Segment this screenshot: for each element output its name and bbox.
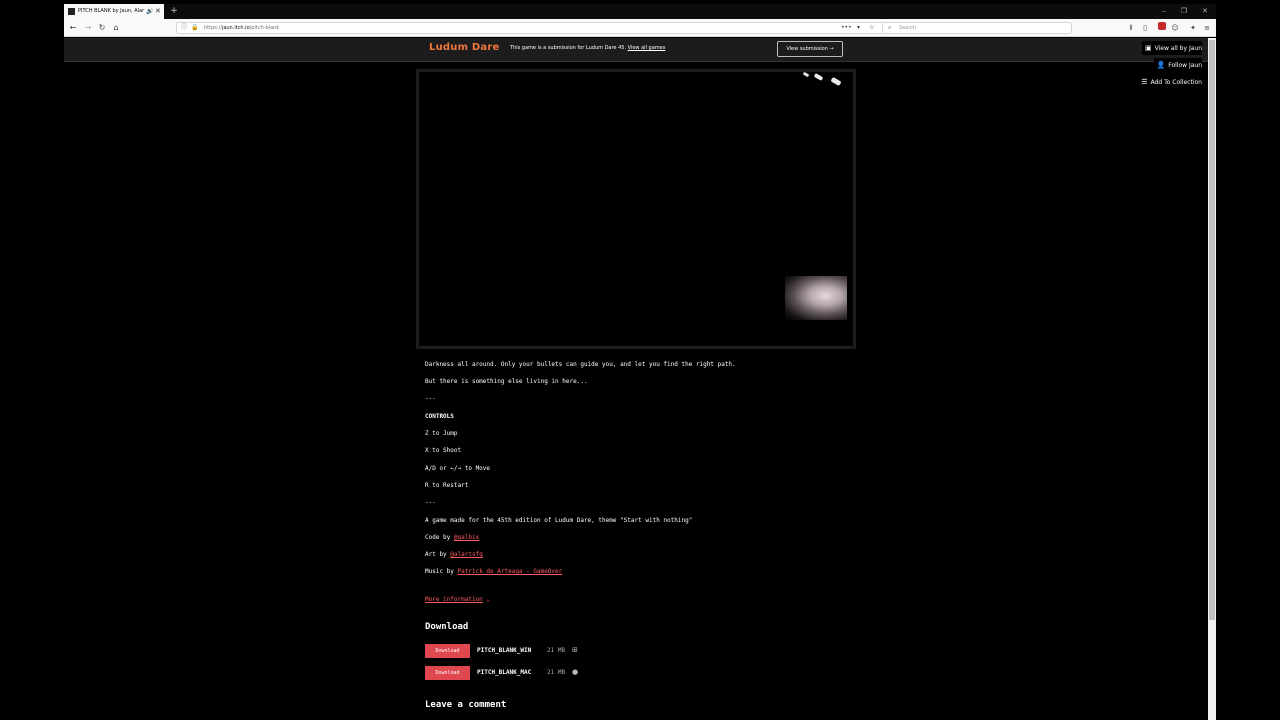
pocket-icon[interactable]: ▾ bbox=[857, 23, 860, 33]
separator: --- bbox=[425, 395, 436, 402]
page-viewport: Ludum Dare This game is a submission for… bbox=[64, 38, 1208, 720]
credit-art: Art by @alartsfg bbox=[425, 551, 483, 558]
code-author-link[interactable]: @galbix bbox=[454, 534, 479, 541]
collection-label: Add To Collection bbox=[1150, 79, 1202, 86]
new-tab-button[interactable]: + bbox=[168, 4, 180, 19]
download-heading: Download bbox=[425, 622, 469, 632]
credit-code: Code by @galbix bbox=[425, 534, 479, 541]
menu-icon[interactable]: ≡ bbox=[1202, 22, 1212, 34]
bullet-spark bbox=[830, 76, 842, 87]
separator: --- bbox=[425, 499, 436, 506]
close-window-icon[interactable]: ✕ bbox=[1195, 4, 1215, 19]
favicon-icon bbox=[68, 8, 75, 15]
tab-title: PITCH BLANK by Jaun, Alar bbox=[78, 8, 145, 14]
controls-heading: CONTROLS bbox=[425, 413, 454, 420]
add-to-collection-button[interactable]: ☰ Add To Collection bbox=[1138, 75, 1202, 89]
follow-button[interactable]: 👤 Follow Jaun bbox=[1153, 58, 1202, 72]
minimize-icon[interactable]: – bbox=[1154, 4, 1174, 19]
credit-label: Music by bbox=[425, 568, 458, 575]
jam-banner: Ludum Dare This game is a submission for… bbox=[64, 38, 1208, 62]
sidebar-icon[interactable]: ▯ bbox=[1140, 22, 1150, 34]
jam-banner-text: This game is a submission for Ludum Dare… bbox=[510, 45, 665, 51]
control-line: A/D or ←/→ to Move bbox=[425, 465, 491, 472]
url-prefix: https:// bbox=[204, 25, 222, 31]
music-author-link[interactable]: Patrick de Arteaga - GameOver bbox=[458, 568, 563, 575]
bullet-spark bbox=[813, 73, 824, 81]
file-name: PITCH_BLANK_MAC bbox=[477, 669, 532, 676]
extensions-icon[interactable]: ✦ bbox=[1188, 22, 1198, 34]
view-submission-button[interactable]: View submission → bbox=[777, 41, 843, 57]
grid-icon: ▣ bbox=[1144, 44, 1152, 52]
control-line: X to Shoot bbox=[425, 447, 462, 454]
file-name: PITCH_BLANK_WIN bbox=[477, 647, 532, 654]
url-path: /pitch-blank bbox=[249, 25, 280, 31]
scrollbar-thumb[interactable] bbox=[1209, 40, 1215, 620]
desc-line: But there is something else living in he… bbox=[425, 378, 588, 385]
light-glow bbox=[785, 276, 847, 320]
follow-label: Follow Jaun bbox=[1168, 62, 1202, 69]
restore-icon[interactable]: ❐ bbox=[1174, 4, 1194, 19]
credit-music: Music by Patrick de Arteaga - GameOver bbox=[425, 568, 562, 575]
art-author-link[interactable]: @alartsfg bbox=[450, 551, 483, 558]
search-placeholder: Search bbox=[899, 25, 917, 31]
about-line: A game made for the 45th edition of Ludu… bbox=[425, 517, 693, 524]
file-size: 21 MB bbox=[547, 669, 566, 676]
chevron-down-icon: ⌄ bbox=[482, 596, 491, 603]
more-info-link[interactable]: More information bbox=[425, 596, 483, 603]
list-add-icon: ☰ bbox=[1141, 78, 1148, 86]
view-all-label: View all by Jaun bbox=[1154, 45, 1202, 52]
windows-icon: ⊞ bbox=[572, 646, 578, 654]
lock-icon[interactable]: 🔒 bbox=[191, 23, 198, 33]
account-icon[interactable]: ☺ bbox=[1170, 22, 1180, 34]
control-line: R to Restart bbox=[425, 482, 469, 489]
forward-button[interactable]: → bbox=[82, 22, 94, 34]
url-bar[interactable]: ⓘ 🔒 https://jaun.itch.io/pitch-blank •••… bbox=[176, 22, 886, 34]
speaker-icon[interactable]: 🔊 bbox=[146, 4, 153, 19]
page-scrollbar[interactable] bbox=[1208, 38, 1216, 720]
more-info-toggle[interactable]: More information ⌄ bbox=[425, 596, 490, 603]
download-button[interactable]: Download bbox=[425, 666, 470, 680]
credit-label: Art by bbox=[425, 551, 451, 558]
tab-strip: PITCH BLANK by Jaun, Alar 🔊 ✕ + – ❐ ✕ bbox=[64, 4, 1216, 19]
control-line: Z to Jump bbox=[425, 430, 458, 437]
credit-label: Code by bbox=[425, 534, 454, 541]
download-button[interactable]: Download bbox=[425, 644, 470, 658]
add-user-icon: 👤 bbox=[1156, 61, 1166, 69]
reload-button[interactable]: ↻ bbox=[96, 22, 108, 34]
bullet-spark bbox=[802, 71, 810, 78]
comments-heading: Leave a comment bbox=[425, 700, 507, 710]
browser-window: PITCH BLANK by Jaun, Alar 🔊 ✕ + – ❐ ✕ ← … bbox=[64, 4, 1216, 720]
close-tab-icon[interactable]: ✕ bbox=[155, 4, 161, 19]
info-icon[interactable]: ⓘ bbox=[181, 23, 187, 33]
jam-banner-message: This game is a submission for Ludum Dare… bbox=[510, 45, 627, 51]
desc-line: Darkness all around. Only your bullets c… bbox=[425, 361, 736, 368]
view-all-by-author-button[interactable]: ▣ View all by Jaun bbox=[1141, 41, 1202, 55]
ublock-icon[interactable] bbox=[1158, 22, 1166, 30]
view-all-games-link[interactable]: View all games bbox=[628, 45, 666, 51]
navigation-bar: ← → ↻ ⌂ ⓘ 🔒 https://jaun.itch.io/pitch-b… bbox=[64, 19, 1216, 37]
search-icon: ⌕ bbox=[888, 24, 892, 31]
file-size: 21 MB bbox=[547, 647, 566, 654]
library-icon[interactable]: ⫴ bbox=[1126, 22, 1136, 34]
url-host: jaun.itch.io bbox=[221, 25, 250, 31]
apple-icon: ● bbox=[572, 668, 579, 676]
search-field[interactable]: ⌕ Search bbox=[882, 22, 1072, 34]
ludum-dare-logo[interactable]: Ludum Dare bbox=[429, 42, 499, 53]
browser-tab[interactable]: PITCH BLANK by Jaun, Alar 🔊 ✕ bbox=[64, 4, 164, 19]
page-actions-icon[interactable]: ••• bbox=[841, 23, 852, 33]
home-button[interactable]: ⌂ bbox=[110, 22, 122, 34]
game-canvas[interactable] bbox=[416, 69, 856, 349]
bookmark-star-icon[interactable]: ☆ bbox=[869, 23, 874, 33]
back-button[interactable]: ← bbox=[67, 22, 79, 34]
